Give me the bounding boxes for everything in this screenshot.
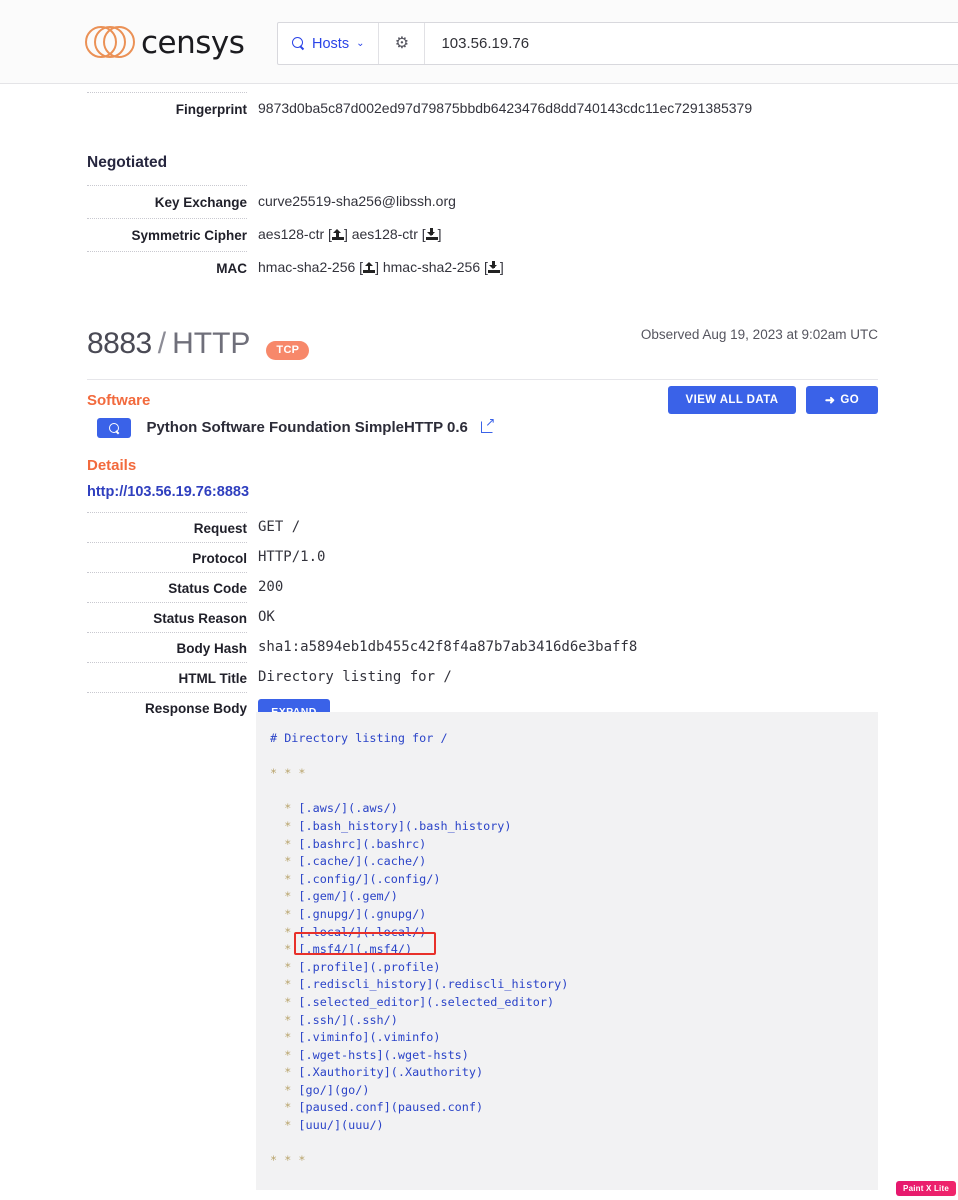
field-label: Protocol	[192, 551, 247, 566]
search-icon	[292, 37, 305, 50]
download-icon	[487, 261, 500, 273]
details-heading: Details	[87, 457, 137, 474]
search-pivot-icon	[108, 422, 120, 434]
external-link-icon[interactable]	[481, 416, 495, 434]
software-entry: Python Software Foundation SimpleHTTP 0.…	[97, 416, 958, 438]
divider	[87, 662, 247, 663]
censys-logo[interactable]: censys	[85, 22, 245, 64]
field-status-code: Status Code 200	[0, 579, 958, 596]
field-label: Key Exchange	[154, 195, 247, 210]
go-label: GO	[840, 394, 860, 406]
chevron-down-icon: ⌄	[356, 38, 365, 49]
negotiated-heading: Negotiated	[87, 154, 168, 171]
field-status-reason: Status Reason OK	[0, 609, 958, 626]
field-body-hash: Body Hash sha1:a5894eb1db455c42f8f4a87b7…	[0, 639, 958, 656]
divider	[87, 602, 247, 603]
field-key-exchange: Key Exchange curve25519-sha256@libssh.or…	[0, 193, 958, 210]
app-header: censys Hosts ⌄ ⚙ 103.56.19.76	[0, 0, 958, 84]
search-pivot-button[interactable]	[97, 418, 131, 438]
field-mac: MAC hmac-sha2-256 [] hmac-sha2-256 []	[0, 259, 958, 276]
search-settings-button[interactable]: ⚙	[379, 23, 426, 64]
field-label: Status Reason	[153, 611, 247, 626]
field-value: 9873d0ba5c87d002ed97d79875bbdb6423476d8d…	[258, 100, 753, 116]
field-label: Fingerprint	[175, 102, 247, 117]
field-label: MAC	[216, 261, 247, 276]
censys-wordmark: censys	[141, 25, 245, 61]
search-scope-label: Hosts	[312, 35, 350, 52]
field-value: GET /	[258, 519, 301, 535]
field-label: Symmetric Cipher	[131, 228, 247, 243]
go-button[interactable]: ➜ GO	[806, 386, 878, 414]
field-label: Request	[193, 521, 247, 536]
divider	[87, 92, 247, 93]
upload-icon	[331, 228, 344, 240]
view-all-data-button[interactable]: VIEW ALL DATA	[668, 386, 796, 414]
divider	[87, 632, 247, 633]
field-value: curve25519-sha256@libssh.org	[258, 193, 456, 209]
field-value: sha1:a5894eb1db455c42f8f4a87b7ab3416d6e3…	[258, 639, 638, 655]
field-value: Directory listing for /	[258, 669, 452, 685]
search-input[interactable]: 103.56.19.76	[425, 23, 958, 64]
software-name: Python Software Foundation SimpleHTTP 0.…	[146, 419, 468, 437]
divider	[87, 218, 247, 219]
field-fingerprint: Fingerprint 9873d0ba5c87d002ed97d79875bb…	[0, 100, 958, 117]
divider	[87, 251, 247, 252]
search-bar: Hosts ⌄ ⚙ 103.56.19.76	[277, 22, 958, 65]
paint-x-lite-watermark: Paint X Lite	[896, 1181, 956, 1196]
cipher-server-to-client: aes128-ctr	[351, 226, 418, 242]
bracket: ]	[499, 259, 504, 275]
field-html-title: HTML Title Directory listing for /	[0, 669, 958, 686]
port-protocol: HTTP	[172, 327, 251, 360]
port-number: 8883	[87, 327, 152, 360]
divider	[87, 379, 878, 380]
field-value: 200	[258, 579, 284, 595]
gear-icon: ⚙	[394, 34, 410, 52]
field-label: Body Hash	[176, 641, 247, 656]
bracket: ]	[375, 259, 379, 275]
divider	[87, 512, 247, 513]
search-scope-selector[interactable]: Hosts ⌄	[278, 23, 380, 64]
observed-timestamp: Observed Aug 19, 2023 at 9:02am UTC	[640, 327, 878, 342]
response-body-code-block[interactable]: # Directory listing for / * * * * [.aws/…	[256, 712, 878, 1190]
divider	[87, 185, 247, 186]
response-body-text: # Directory listing for / * * * * [.aws/…	[270, 731, 569, 1168]
transport-badge: TCP	[266, 341, 310, 360]
target-url-link[interactable]: http://103.56.19.76:8883	[87, 484, 958, 500]
field-value: HTTP/1.0	[258, 549, 326, 565]
censys-rings-icon	[85, 22, 137, 64]
divider	[87, 572, 247, 573]
divider	[87, 542, 247, 543]
download-icon	[425, 228, 438, 240]
field-label: Response Body	[144, 701, 247, 716]
upload-icon	[363, 261, 376, 273]
cipher-client-to-server: aes128-ctr	[258, 226, 325, 242]
field-request: Request GET /	[0, 519, 958, 536]
field-label: HTML Title	[178, 671, 247, 686]
field-value: aes128-ctr [] aes128-ctr []	[258, 226, 442, 242]
field-value: hmac-sha2-256 [] hmac-sha2-256 []	[258, 259, 504, 275]
divider	[87, 692, 247, 693]
mac-client-to-server: hmac-sha2-256	[258, 259, 356, 275]
field-value: OK	[258, 609, 275, 625]
port-separator: /	[157, 327, 167, 360]
field-protocol: Protocol HTTP/1.0	[0, 549, 958, 566]
arrow-go-icon: ➜	[824, 393, 836, 407]
bracket: ]	[343, 226, 348, 242]
field-label: Status Code	[168, 581, 247, 596]
mac-server-to-client: hmac-sha2-256	[382, 259, 481, 275]
port-header: 8883 / HTTP TCP Observed Aug 19, 2023 at…	[87, 327, 958, 361]
bracket: ]	[437, 226, 442, 242]
field-symmetric-cipher: Symmetric Cipher aes128-ctr [] aes128-ct…	[0, 226, 958, 243]
page-content: Fingerprint 9873d0ba5c87d002ed97d79875bb…	[0, 84, 958, 724]
